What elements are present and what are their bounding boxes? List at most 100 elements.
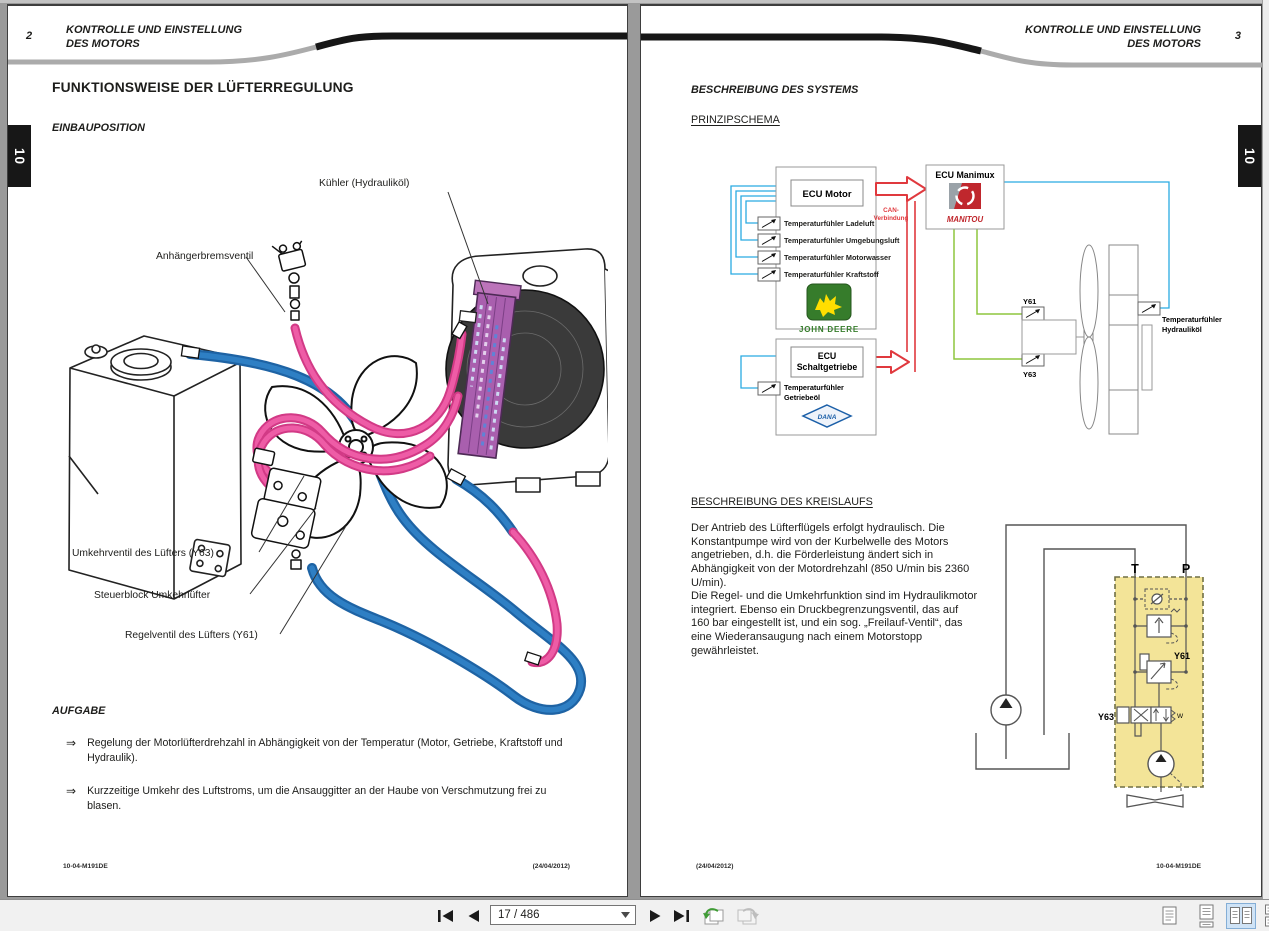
chapter-tab: 10 bbox=[1238, 125, 1261, 187]
circuit-paragraph-1: Der Antrieb des Lüfterflügels erfolgt hy… bbox=[691, 522, 970, 589]
sensor-label-kraftstoff: Temperaturfühler Kraftstoff bbox=[784, 270, 879, 279]
running-header: KONTROLLE UND EINSTELLUNG DES MOTORS bbox=[66, 23, 242, 52]
installation-position-illustration: Kühler (Hydrauliköl) Anhängerbremsventil… bbox=[68, 178, 608, 715]
sensor-label-umgebungsluft: Temperaturfühler Umgebungsluft bbox=[784, 236, 900, 245]
trailer-brake-valve bbox=[271, 240, 307, 321]
fan-hydraulic-motor bbox=[1021, 319, 1077, 355]
label-kuehler: Kühler (Hydrauliköl) bbox=[319, 178, 409, 189]
sensor-label-ladeluft: Temperaturfühler Ladeluft bbox=[784, 219, 875, 228]
document-page-right: KONTROLLE UND EINSTELLUNG DES MOTORS 3 1… bbox=[640, 4, 1262, 897]
hydraulic-oil-sensor-symbol bbox=[1137, 301, 1161, 316]
continuous-view-icon bbox=[1199, 904, 1214, 928]
running-header: KONTROLLE UND EINSTELLUNG DES MOTORS bbox=[1025, 23, 1201, 52]
page-title: FUNKTIONSWEISE DER LÜFTERREGULUNG bbox=[52, 80, 354, 95]
fan-blade-top bbox=[1079, 244, 1099, 338]
can-label-line2: Verbindung bbox=[874, 215, 909, 222]
can-label-line1: CAN- bbox=[883, 207, 899, 214]
next-view-button[interactable] bbox=[734, 907, 760, 925]
manitou-logo: MANITOU bbox=[947, 183, 984, 224]
running-header-line1: KONTROLLE UND EINSTELLUNG bbox=[66, 24, 242, 36]
previous-view-icon bbox=[703, 908, 724, 925]
ecu-manimux-label: ECU Manimux bbox=[935, 170, 994, 180]
chapter-tab-label: 10 bbox=[1242, 147, 1257, 165]
running-header-line2: DES MOTORS bbox=[1127, 38, 1201, 51]
ecu-motor-label: ECU Motor bbox=[802, 189, 851, 200]
hydr-sensor-line2: Hydrauliköl bbox=[1162, 325, 1202, 334]
port-t-label: T bbox=[1131, 562, 1139, 576]
single-page-view-icon bbox=[1162, 906, 1177, 925]
single-page-view-button[interactable] bbox=[1154, 903, 1184, 929]
arrow-glyph: ⇒ bbox=[66, 736, 77, 750]
two-page-view-icon bbox=[1230, 907, 1252, 924]
reversing-fan-control-block bbox=[250, 447, 322, 570]
two-page-continuous-view-icon bbox=[1265, 904, 1269, 927]
y63-directional-valve: Y63 W bbox=[1098, 706, 1184, 724]
footer-date: (24/04/2012) bbox=[696, 863, 734, 870]
radiator-schematic bbox=[1108, 244, 1139, 435]
chapter-tab-label: 10 bbox=[12, 147, 27, 165]
can-arrow-motor bbox=[875, 176, 927, 202]
section-prinzipschema: PRINZIPSCHEMA bbox=[691, 114, 780, 126]
two-page-continuous-view-button[interactable] bbox=[1261, 903, 1269, 929]
label-anhaengerbremsventil: Anhängerbremsventil bbox=[156, 251, 253, 262]
continuous-view-button[interactable] bbox=[1191, 903, 1221, 929]
first-page-button[interactable] bbox=[434, 907, 456, 925]
aufgabe-bullet-2-text: Kurzzeitige Umkehr des Luftstroms, um di… bbox=[87, 785, 547, 813]
running-header-line2: DES MOTORS bbox=[66, 38, 140, 51]
footer-doc-code: 10-04-M191DE bbox=[1156, 863, 1201, 870]
next-page-button[interactable] bbox=[644, 907, 666, 925]
dana-wordmark: DANA bbox=[818, 414, 837, 421]
john-deere-wordmark: JOHN DEERE bbox=[799, 325, 859, 334]
footer-date: (24/04/2012) bbox=[532, 863, 570, 870]
pdf-viewer-window: { "colors": { "hose_blue": "#2273b8", "h… bbox=[0, 0, 1269, 931]
aufgabe-bullet-1: ⇒ Regelung der Motorlüfterdrehzahl in Ab… bbox=[66, 736, 566, 766]
sensor-label-motorwasser: Temperaturfühler Motorwasser bbox=[784, 253, 891, 262]
fan-blade-bottom bbox=[1079, 336, 1099, 430]
aufgabe-bullet-1-text: Regelung der Motorlüfterdrehzahl in Abhä… bbox=[87, 737, 563, 765]
two-page-view-button[interactable] bbox=[1226, 903, 1256, 929]
page-number: 3 bbox=[1234, 30, 1241, 42]
hydraulic-tank bbox=[68, 335, 242, 600]
section-system: BESCHREIBUNG DES SYSTEMS bbox=[691, 84, 859, 96]
getriebe-sensor-line2: Getriebeöl bbox=[784, 393, 820, 402]
ecu-getriebe-line1: ECU bbox=[818, 351, 837, 361]
label-umkehrventil: Umkehrventil des Lüfters (Y63) bbox=[72, 548, 214, 559]
hydr-sensor-line1: Temperaturfühler bbox=[1162, 315, 1222, 324]
previous-view-button[interactable] bbox=[701, 907, 727, 925]
circuit-paragraph-2: Die Regel- und die Umkehrfunktion sind i… bbox=[691, 590, 978, 657]
w-spring-label: W bbox=[1177, 713, 1184, 720]
port-p-label: P bbox=[1182, 562, 1190, 576]
john-deere-logo: JOHN DEERE bbox=[799, 283, 859, 334]
previous-page-button[interactable] bbox=[462, 907, 484, 925]
next-view-icon bbox=[737, 908, 759, 925]
ecu-getriebe-line2: Schaltgetriebe bbox=[797, 362, 858, 372]
section-einbauposition: EINBAUPOSITION bbox=[52, 122, 145, 134]
aufgabe-bullet-2: ⇒ Kurzzeitige Umkehr des Luftstroms, um … bbox=[66, 784, 566, 814]
section-kreislauf: BESCHREIBUNG DES KREISLAUFS bbox=[691, 496, 873, 508]
getriebe-sensor-line1: Temperaturfühler bbox=[784, 383, 844, 392]
next-page-icon bbox=[649, 910, 660, 922]
page-number: 2 bbox=[26, 30, 33, 42]
section-aufgabe: AUFGABE bbox=[52, 705, 106, 717]
page-number-value: 17 / 486 bbox=[498, 909, 540, 921]
page-number-combobox[interactable]: 17 / 486 bbox=[490, 905, 636, 925]
valve-wires bbox=[953, 229, 1022, 360]
vertical-scrollbar[interactable] bbox=[1262, 0, 1269, 900]
hydraulic-circuit-schematic: T P Y61 Y63 W bbox=[975, 524, 1204, 808]
document-page-left: 2 KONTROLLE UND EINSTELLUNG DES MOTORS 1… bbox=[7, 4, 628, 897]
arrow-glyph: ⇒ bbox=[66, 784, 77, 798]
valve-y61-symbol bbox=[1021, 306, 1045, 321]
last-page-button[interactable] bbox=[670, 907, 692, 925]
manitou-wordmark: MANITOU bbox=[947, 215, 984, 224]
y63-label: Y63 bbox=[1023, 370, 1036, 379]
footer-doc-code: 10-04-M191DE bbox=[63, 863, 108, 870]
label-steuerblock: Steuerblock Umkehrlüfter bbox=[94, 590, 211, 601]
chapter-tab: 10 bbox=[8, 125, 31, 187]
previous-page-icon bbox=[468, 910, 479, 922]
first-page-icon bbox=[437, 910, 453, 922]
principle-schema-diagram: ECU Motor Temperaturfühler Ladeluft Temp… bbox=[730, 164, 1222, 436]
y61-schematic-label: Y61 bbox=[1174, 651, 1190, 661]
valve-y63-symbol bbox=[1021, 352, 1045, 367]
can-bus-lines bbox=[906, 201, 916, 372]
y63-schematic-label: Y63 bbox=[1098, 712, 1114, 722]
